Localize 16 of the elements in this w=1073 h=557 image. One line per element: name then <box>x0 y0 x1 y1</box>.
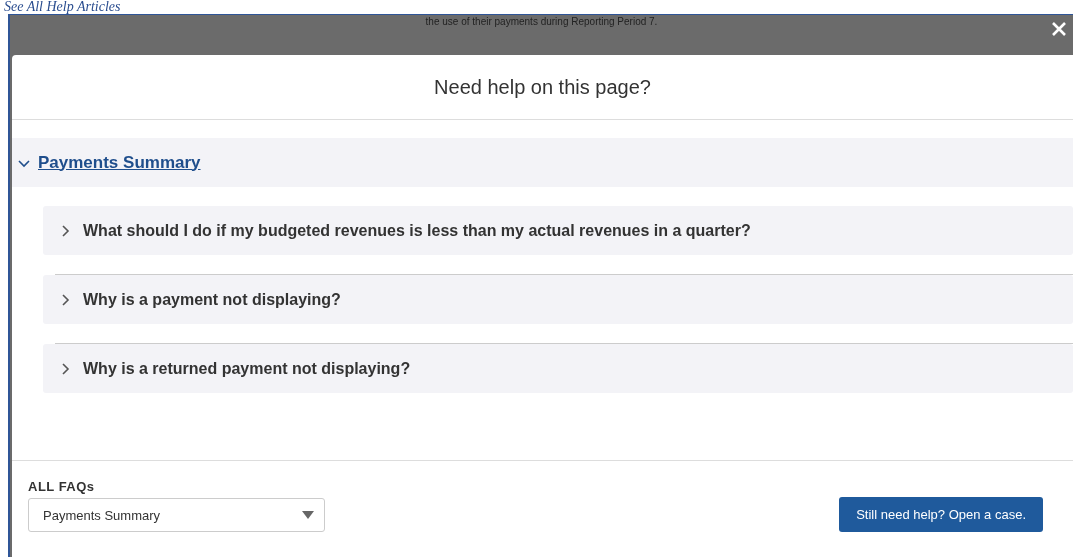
chevron-right-icon <box>59 224 71 237</box>
faq-select[interactable]: Payments Summary <box>28 498 325 532</box>
close-icon[interactable] <box>1051 21 1067 37</box>
open-case-button[interactable]: Still need help? Open a case. <box>839 497 1043 532</box>
section-header[interactable]: Payments Summary <box>12 138 1073 187</box>
chevron-right-icon <box>59 293 71 306</box>
modal-title: Need help on this page? <box>12 55 1073 120</box>
faq-item[interactable]: What should I do if my budgeted revenues is less than my actual revenues in a quarter? <box>43 206 1073 255</box>
chevron-right-icon <box>59 362 71 375</box>
faq-item[interactable]: Why is a payment not displaying? <box>43 275 1073 324</box>
background-text: the use of their payments during Reporting Period 7. <box>425 16 658 27</box>
section-title-link[interactable]: Payments Summary <box>38 152 201 173</box>
page-heading: See All Help Articles <box>3 0 122 14</box>
faq-item[interactable]: Why is a returned payment not displaying? <box>43 344 1073 393</box>
caret-icon <box>302 511 314 519</box>
faq-label: ALL FAQs <box>28 479 96 494</box>
